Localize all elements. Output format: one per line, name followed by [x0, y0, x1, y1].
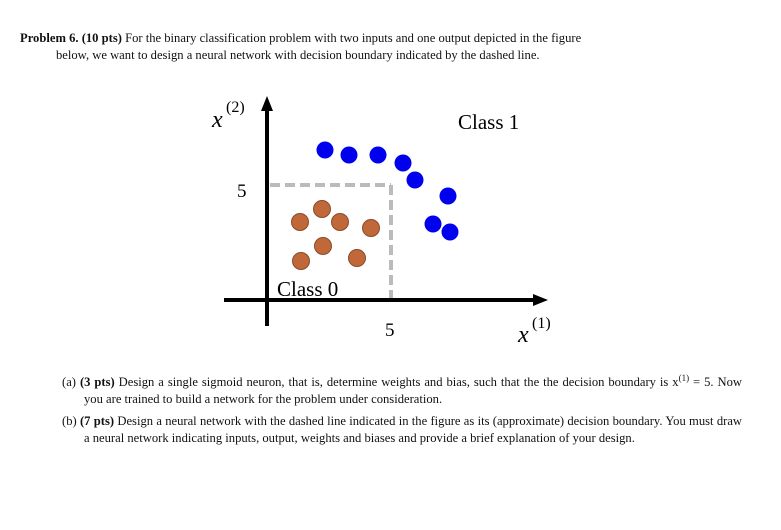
- part-a-label: (a): [62, 375, 76, 390]
- part-a-text: Design a single sigmoid neuron, that is,…: [118, 375, 679, 390]
- y-axis-sup: (2): [226, 99, 245, 116]
- class1-point: [394, 154, 412, 172]
- x-axis-label: x: [517, 322, 529, 348]
- class0-label: Class 0: [277, 277, 338, 301]
- class0-point: [314, 237, 332, 255]
- class1-point: [424, 215, 442, 233]
- part-a-points: (3 pts): [79, 375, 115, 390]
- x-tick-5: 5: [385, 320, 395, 341]
- class0-point: [348, 249, 366, 267]
- class0-point: [362, 219, 380, 237]
- class0-point: [313, 200, 331, 218]
- class0-point: [292, 252, 310, 270]
- class1-label: Class 1: [458, 110, 519, 134]
- data-points: [291, 141, 459, 270]
- x-axis-arrow: [533, 294, 548, 306]
- class0-point: [331, 213, 349, 231]
- part-b-label: (b): [62, 414, 77, 428]
- part-a: (a) (3 pts) Design a single sigmoid neur…: [62, 370, 742, 408]
- class1-point: [441, 223, 459, 241]
- y-axis-arrow: [261, 96, 273, 111]
- class1-point: [340, 146, 358, 164]
- class0-point: [291, 213, 309, 231]
- class1-point: [439, 187, 457, 205]
- class1-point: [406, 171, 424, 189]
- part-b-text: Design a neural network with the dashed …: [84, 414, 743, 445]
- part-b-points: (7 pts): [79, 414, 115, 428]
- part-a-sup: (1): [678, 373, 690, 383]
- class1-point: [369, 146, 387, 164]
- x-axis-sup: (1): [532, 315, 551, 332]
- y-axis-label: x: [211, 107, 223, 133]
- part-b: (b) (7 pts) Design a neural network with…: [62, 413, 742, 447]
- class1-point: [316, 141, 334, 159]
- classification-figure: x (2) x (1) 5 5 Class 1 Class 0: [211, 96, 551, 348]
- y-tick-5: 5: [237, 181, 247, 202]
